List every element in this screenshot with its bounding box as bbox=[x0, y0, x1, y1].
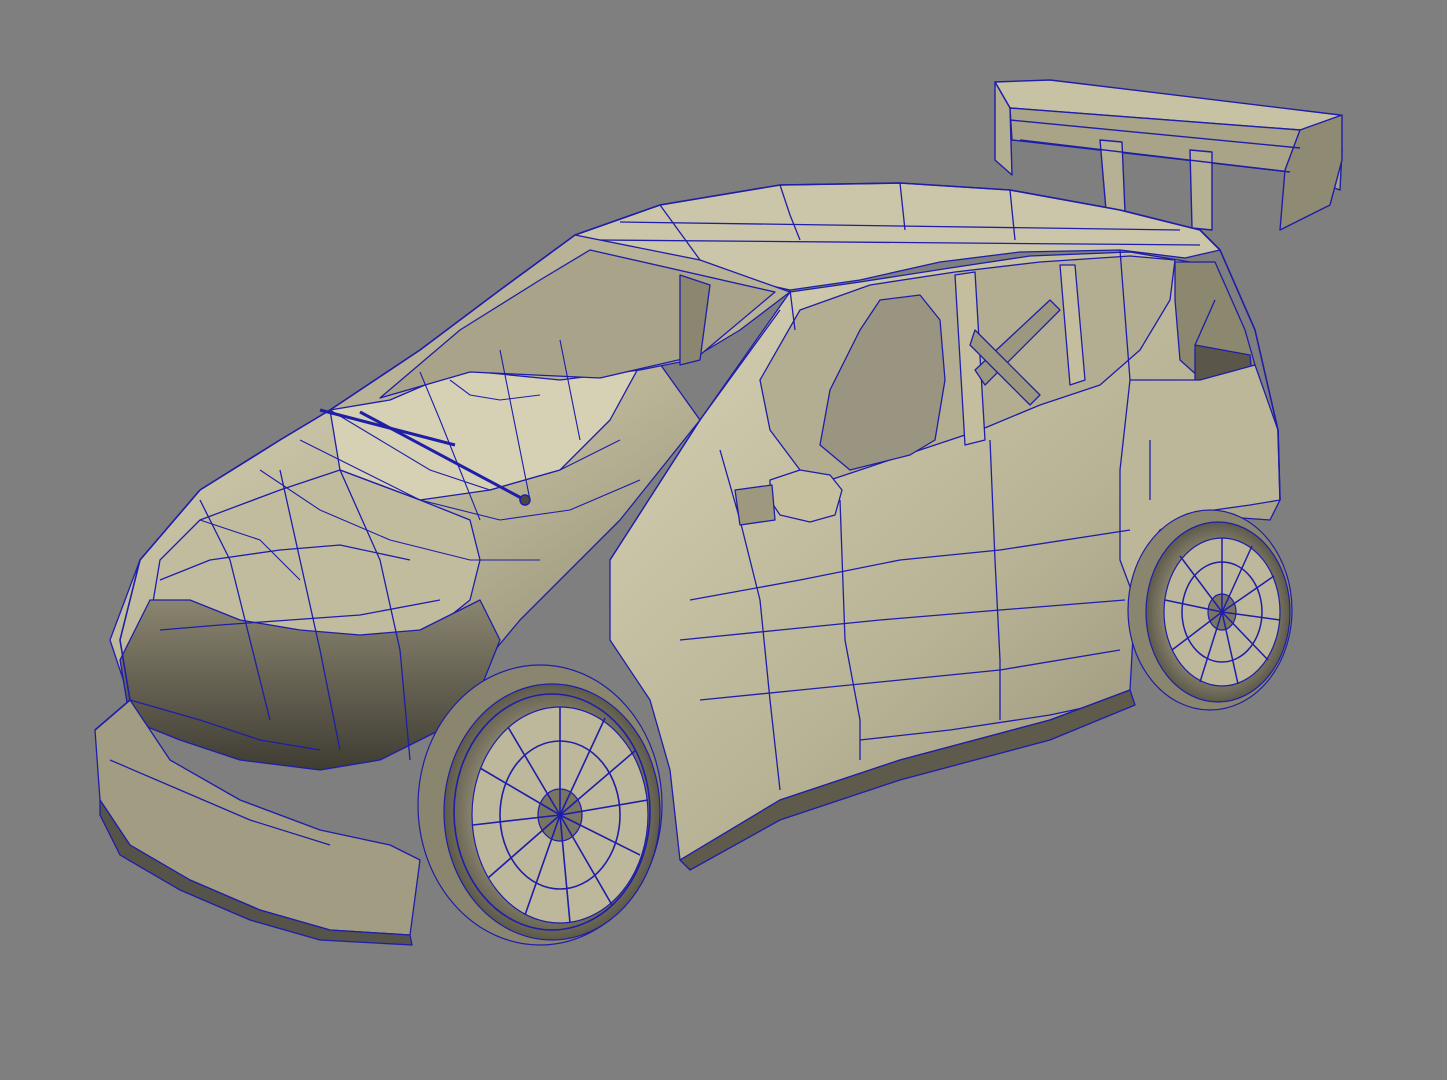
rear-wheel bbox=[1127, 509, 1293, 711]
3d-viewport[interactable] bbox=[0, 0, 1447, 1080]
front-wheel bbox=[417, 664, 663, 946]
car-model bbox=[94, 79, 1343, 946]
